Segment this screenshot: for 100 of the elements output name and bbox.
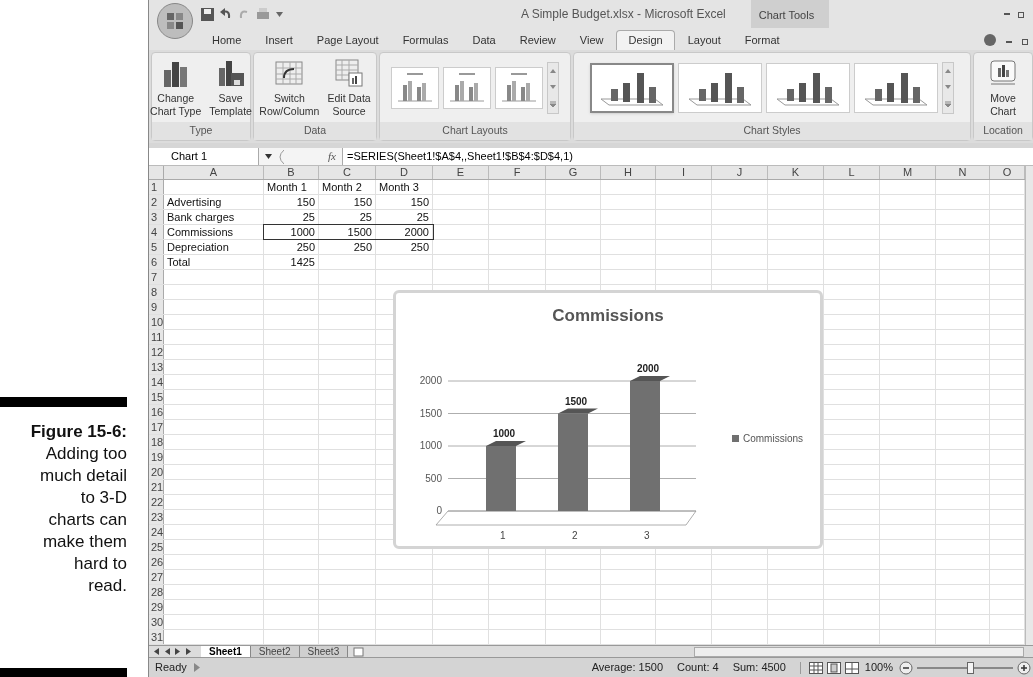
help-icon[interactable] (984, 34, 996, 46)
status-sum: Sum: 4500 (732, 660, 786, 676)
gallery-scroll-buttons[interactable] (942, 61, 954, 114)
group-label: Type (152, 122, 250, 140)
gallery-thumbnail[interactable] (443, 66, 491, 109)
column-header[interactable]: K (768, 166, 824, 179)
ribbon-tab[interactable]: Formulas (391, 30, 460, 50)
column-header[interactable]: D (376, 166, 433, 179)
insert-sheet-icon[interactable] (352, 646, 367, 657)
zoom-in-icon[interactable] (1017, 660, 1031, 675)
page-break-view-icon[interactable] (844, 661, 859, 674)
row-header[interactable]: 31 (149, 630, 164, 644)
zoom-out-icon[interactable] (899, 660, 913, 675)
zoom-slider[interactable] (917, 660, 1013, 675)
horizontal-scrollbar[interactable] (694, 646, 1024, 657)
zoom-percent[interactable]: 100% (864, 659, 893, 676)
table-cell: 250 (319, 240, 376, 254)
ribbon-button[interactable]: Change Chart Type (148, 57, 204, 118)
vertical-scrollbar[interactable] (1025, 166, 1033, 645)
column-header[interactable]: M (880, 166, 936, 179)
ribbon-button[interactable]: Switch Row/Column (257, 57, 322, 118)
row-header[interactable]: 28 (149, 585, 164, 599)
column-header[interactable]: I (656, 166, 712, 179)
row-header[interactable]: 20 (149, 465, 164, 479)
row-header[interactable]: 6 (149, 255, 164, 269)
row-header[interactable]: 4 (149, 225, 164, 239)
row-header[interactable]: 13 (149, 360, 164, 374)
ribbon-tab[interactable]: Layout (676, 30, 732, 50)
ribbon-button[interactable]: Edit Data Source (325, 57, 373, 118)
row-header[interactable]: 3 (149, 210, 164, 224)
row-header[interactable]: 10 (149, 315, 164, 329)
row-header[interactable]: 19 (149, 450, 164, 464)
gallery-scroll-buttons[interactable] (547, 61, 559, 114)
column-header[interactable]: F (489, 166, 546, 179)
row-header[interactable]: 11 (149, 330, 164, 344)
row-header[interactable]: 29 (149, 600, 164, 614)
ribbon-tab[interactable]: Insert (254, 30, 304, 50)
row-header[interactable]: 7 (149, 270, 164, 284)
column-header[interactable]: A (164, 166, 264, 179)
zoom-slider-thumb[interactable] (966, 661, 974, 674)
row-header[interactable]: 17 (149, 420, 164, 434)
row-header[interactable]: 15 (149, 390, 164, 404)
column-header[interactable]: B (264, 166, 319, 179)
undo-icon[interactable] (220, 8, 232, 20)
row-header[interactable]: 23 (149, 510, 164, 524)
insert-function-button[interactable]: fx (328, 148, 336, 165)
ribbon-button[interactable]: Move Chart (986, 57, 1020, 118)
ribbon-tab[interactable]: Home (201, 30, 253, 50)
row-header[interactable]: 16 (149, 405, 164, 419)
ribbon-tab[interactable]: Design (616, 30, 675, 50)
row-header[interactable]: 22 (149, 495, 164, 509)
column-header[interactable]: G (546, 166, 601, 179)
row-header[interactable]: 5 (149, 240, 164, 254)
office-button[interactable] (157, 3, 193, 39)
sheet-tab[interactable]: Sheet2 (250, 645, 300, 658)
restore-icon[interactable] (1022, 38, 1029, 45)
sheet-tab[interactable]: Sheet3 (299, 645, 349, 658)
dropdown-icon[interactable] (265, 154, 272, 159)
gallery-thumbnail[interactable] (495, 66, 543, 109)
row-header[interactable]: 18 (149, 435, 164, 449)
restore-icon[interactable] (1018, 10, 1025, 18)
gallery-thumbnail[interactable] (854, 62, 938, 113)
row-header[interactable]: 14 (149, 375, 164, 389)
row-header[interactable]: 12 (149, 345, 164, 359)
column-header[interactable]: J (712, 166, 768, 179)
name-box[interactable]: Chart 1 (149, 148, 259, 165)
row-header[interactable]: 26 (149, 555, 164, 569)
row-header[interactable]: 1 (149, 180, 164, 194)
column-header[interactable]: E (433, 166, 489, 179)
normal-view-icon[interactable] (808, 661, 823, 674)
group-label: Data (254, 122, 376, 140)
ribbon-tab[interactable]: View (568, 30, 615, 50)
row-header[interactable]: 21 (149, 480, 164, 494)
row-header[interactable]: 27 (149, 570, 164, 584)
page-layout-view-icon[interactable] (826, 661, 841, 674)
ribbon-tab[interactable]: Format (733, 30, 791, 50)
row-header[interactable]: 9 (149, 300, 164, 314)
column-header[interactable]: C (319, 166, 376, 179)
row-header[interactable]: 30 (149, 615, 164, 629)
ribbon-button[interactable]: Save Template (207, 57, 254, 118)
column-header[interactable]: L (824, 166, 880, 179)
window-title: A Simple Budget.xlsx - Microsoft Excel (521, 6, 726, 23)
data-label: 1500 (564, 395, 588, 407)
column-header[interactable]: N (936, 166, 990, 179)
gallery-thumbnail[interactable] (391, 66, 439, 109)
gallery-thumbnail[interactable] (678, 62, 762, 113)
gallery-thumbnail[interactable] (590, 62, 674, 113)
formula-field[interactable]: =SERIES(Sheet1!$A$4,,Sheet1!$B$4:$D$4,1) (341, 148, 1033, 165)
ribbon-tab[interactable]: Review (508, 30, 567, 50)
row-header[interactable]: 2 (149, 195, 164, 209)
save-icon[interactable] (201, 7, 214, 21)
row-header[interactable]: 8 (149, 285, 164, 299)
column-header[interactable]: H (601, 166, 656, 179)
chart-area[interactable]: Commissions 0 500 1000 1500 2000 1000 1500 2000 1 2 3 Commissions (393, 290, 823, 549)
row-header[interactable]: 25 (149, 540, 164, 554)
row-header[interactable]: 24 (149, 525, 164, 539)
sheet-tab[interactable]: Sheet1 (201, 645, 251, 658)
gallery-thumbnail[interactable] (766, 62, 850, 113)
ribbon-tab[interactable]: Data (461, 30, 507, 50)
ribbon-tab[interactable]: Page Layout (305, 30, 390, 50)
